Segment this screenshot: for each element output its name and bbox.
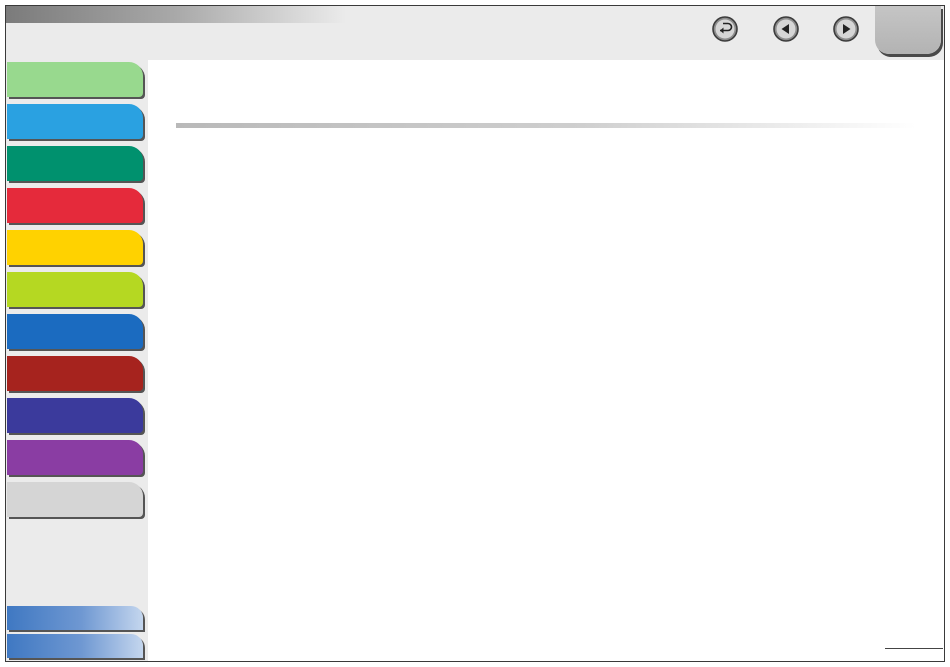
footer-rule (885, 648, 943, 649)
next-page-button[interactable] (832, 15, 860, 43)
chapter-tab-appendix[interactable] (7, 482, 143, 517)
chapter-tab-7[interactable] (7, 314, 143, 349)
index-tab[interactable] (7, 634, 143, 658)
triangle-right-icon (833, 16, 859, 42)
title-underline-rule (176, 123, 916, 128)
chapter-tab-1[interactable] (7, 62, 143, 97)
chapter-tab-4[interactable] (7, 188, 143, 223)
triangle-left-icon (773, 16, 799, 42)
chapter-tab-3[interactable] (7, 146, 143, 181)
previous-page-button[interactable] (772, 15, 800, 43)
contents-tab[interactable] (7, 606, 143, 630)
chapter-tab-2[interactable] (7, 104, 143, 139)
main-content-area (148, 60, 944, 661)
chapter-tab-9[interactable] (7, 398, 143, 433)
header-gradient-strip (6, 6, 346, 23)
chapter-tab-8[interactable] (7, 356, 143, 391)
chapter-tab-6[interactable] (7, 272, 143, 307)
manual-page-frame (5, 5, 945, 662)
chapter-tab-10[interactable] (7, 440, 143, 475)
top-navigation-bar (6, 6, 944, 60)
return-arrow-icon (712, 16, 738, 42)
page-number-tab (875, 6, 941, 54)
chapter-sidebar (6, 60, 148, 661)
chapter-tab-5[interactable] (7, 230, 143, 265)
back-button[interactable] (711, 15, 739, 43)
